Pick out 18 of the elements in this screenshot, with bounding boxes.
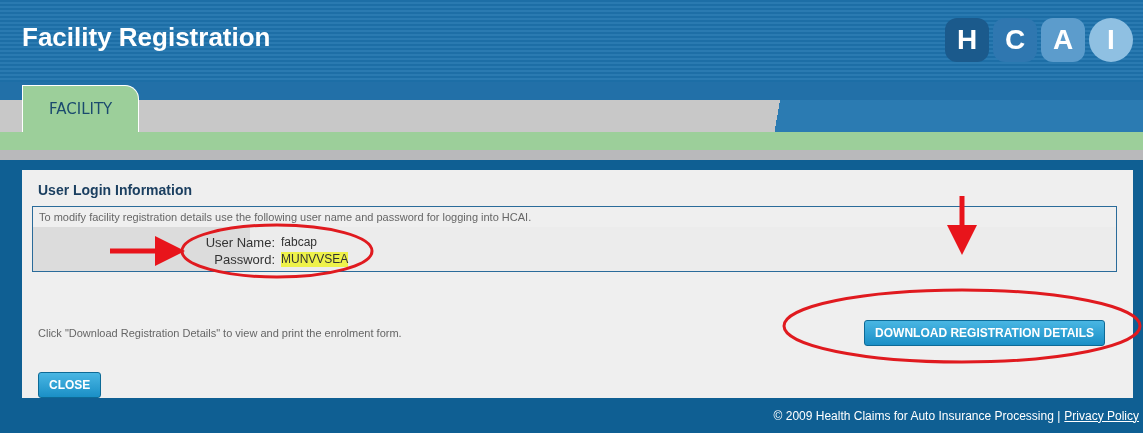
field-value: MUNVVSEA — [281, 252, 349, 267]
logo-letter: C — [993, 18, 1037, 62]
close-button[interactable]: CLOSE — [38, 372, 102, 398]
page-title: Facility Registration — [22, 21, 271, 53]
logo-letter: H — [945, 18, 989, 62]
privacy-link[interactable]: Privacy Policy — [1064, 408, 1139, 423]
intro-text: To modify facility registration details use the following user name and password for logging into HCAI. — [38, 210, 533, 225]
field-value: fabcap — [281, 235, 318, 250]
download-hint: Click "Download Registration Details" to view and print the enrolment form. — [38, 327, 402, 339]
arrow-annotation — [947, 196, 977, 255]
field-label: Password: — [214, 252, 276, 267]
copyright-text: © 2009 Health Claims for Auto Insurance Processing | — [773, 408, 1061, 423]
logo-letter: I — [1089, 18, 1133, 62]
download-button[interactable]: DOWNLOAD REGISTRATION DETAILS — [864, 320, 1105, 346]
field-label: User Name: — [205, 235, 276, 250]
logo-letter: A — [1041, 18, 1085, 62]
section-title: User Login Information — [38, 182, 193, 198]
tab[interactable]: FACILITY — [22, 85, 140, 132]
